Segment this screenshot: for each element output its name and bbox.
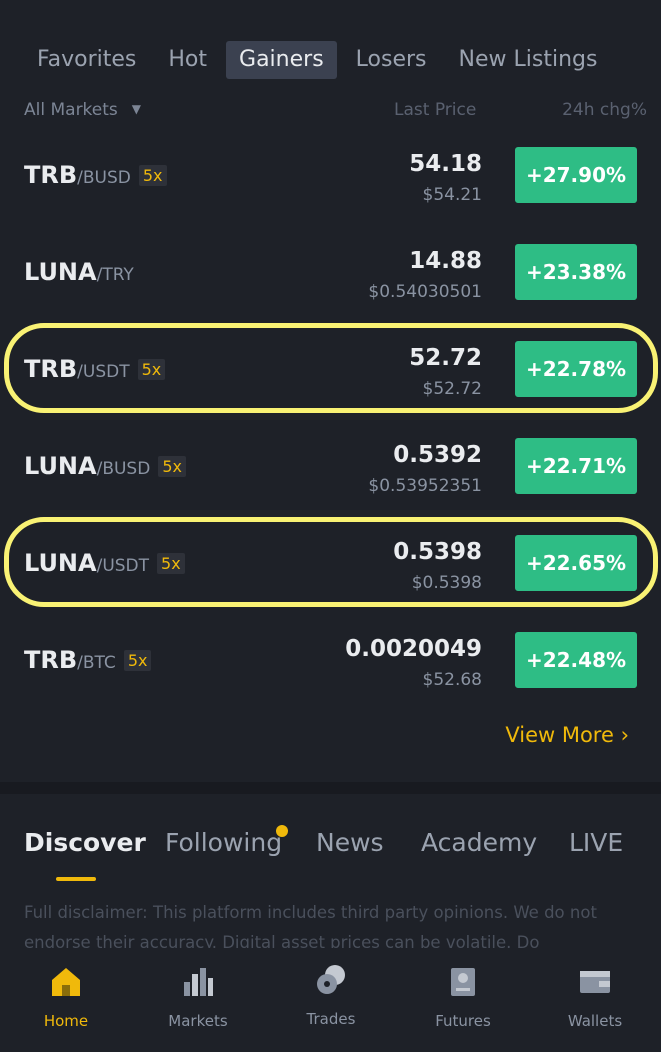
pair-name: LUNA/TRY xyxy=(24,258,134,286)
nav-wallets[interactable]: Wallets xyxy=(545,964,645,1030)
bottom-nav: Home Markets Trades Futures Wallets xyxy=(0,948,661,1052)
quote-asset: /TRY xyxy=(96,265,134,285)
pair-name: LUNA/BUSD 5x xyxy=(24,452,186,480)
last-price-header[interactable]: Last Price xyxy=(394,100,476,120)
list-header: All Markets ▼ Last Price 24h chg% xyxy=(24,100,647,126)
tab-academy[interactable]: Academy xyxy=(421,828,537,857)
quote-asset: /BUSD xyxy=(96,459,151,479)
nav-label: Home xyxy=(43,1012,89,1030)
leverage-badge: 5x xyxy=(158,456,186,477)
market-row[interactable]: TRB/BUSD 5x 54.18 $54.21 +27.90% xyxy=(0,135,661,232)
tab-favorites[interactable]: Favorites xyxy=(24,41,149,79)
notification-dot xyxy=(276,825,288,837)
market-row[interactable]: LUNA/TRY 14.88 $0.54030501 +23.38% xyxy=(0,232,661,329)
nav-home[interactable]: Home xyxy=(16,964,116,1030)
markets-icon xyxy=(184,968,213,996)
leverage-badge: 5x xyxy=(138,165,167,186)
usd-price: $0.54030501 xyxy=(368,282,482,302)
nav-trades[interactable]: Trades xyxy=(281,962,381,1028)
usd-price: $52.68 xyxy=(422,670,482,690)
usd-price: $54.21 xyxy=(422,185,482,205)
base-asset: TRB xyxy=(24,161,78,189)
wallet-icon xyxy=(580,971,610,993)
active-tab-indicator xyxy=(56,877,96,881)
nav-label: Futures xyxy=(435,1012,491,1030)
quote-asset: /BUSD xyxy=(77,168,131,188)
view-more-link[interactable]: View More › xyxy=(505,723,629,747)
tab-live[interactable]: LIVE xyxy=(569,828,623,857)
base-asset: TRB xyxy=(24,646,78,674)
base-asset: LUNA xyxy=(24,452,97,480)
change-badge[interactable]: +22.48% xyxy=(515,632,637,688)
pair-name: TRB/BUSD 5x xyxy=(24,161,167,189)
chevron-right-icon: › xyxy=(620,723,629,747)
last-price: 54.18 xyxy=(409,151,482,177)
change-badge[interactable]: +22.71% xyxy=(515,438,637,494)
nav-label: Trades xyxy=(306,1010,356,1028)
last-price: 0.0020049 xyxy=(345,636,482,662)
tab-news[interactable]: News xyxy=(316,828,384,857)
nav-markets[interactable]: Markets xyxy=(148,964,248,1030)
market-tabs: Favorites Hot Gainers Losers New Listing… xyxy=(24,40,651,80)
last-price: 14.88 xyxy=(409,248,482,274)
market-row[interactable]: TRB/BTC 5x 0.0020049 $52.68 +22.48% xyxy=(0,620,661,717)
trades-icon xyxy=(317,965,345,994)
tab-new-listings[interactable]: New Listings xyxy=(446,41,611,79)
tab-gainers[interactable]: Gainers xyxy=(226,41,337,79)
tab-hot[interactable]: Hot xyxy=(155,41,220,79)
change-badge[interactable]: +27.90% xyxy=(515,147,637,203)
pair-name: TRB/BTC 5x xyxy=(24,646,152,674)
view-more-label: View More xyxy=(505,723,614,747)
base-asset: LUNA xyxy=(24,258,97,286)
quote-asset: /BTC xyxy=(77,653,116,673)
nav-label: Markets xyxy=(168,1012,228,1030)
highlight-oval xyxy=(4,323,658,413)
change-header[interactable]: 24h chg% xyxy=(562,100,647,120)
section-divider xyxy=(0,782,661,794)
futures-icon xyxy=(451,968,475,996)
nav-futures[interactable]: Futures xyxy=(413,964,513,1030)
all-markets-label: All Markets xyxy=(24,100,118,120)
tab-losers[interactable]: Losers xyxy=(343,41,440,79)
leverage-badge: 5x xyxy=(123,650,152,671)
home-icon xyxy=(52,968,80,996)
last-price: 0.5392 xyxy=(393,442,482,468)
nav-label: Wallets xyxy=(567,1012,623,1030)
discover-tabs: Discover Following News Academy LIVE xyxy=(24,828,651,868)
all-markets-dropdown[interactable]: All Markets ▼ xyxy=(24,100,141,120)
tab-following[interactable]: Following xyxy=(165,828,282,857)
market-row[interactable]: LUNA/BUSD 5x 0.5392 $0.53952351 +22.71% xyxy=(0,426,661,523)
usd-price: $0.53952351 xyxy=(368,476,482,496)
tab-discover[interactable]: Discover xyxy=(24,828,146,857)
highlight-oval xyxy=(4,517,658,607)
caret-down-icon: ▼ xyxy=(131,102,142,116)
change-badge[interactable]: +23.38% xyxy=(515,244,637,300)
